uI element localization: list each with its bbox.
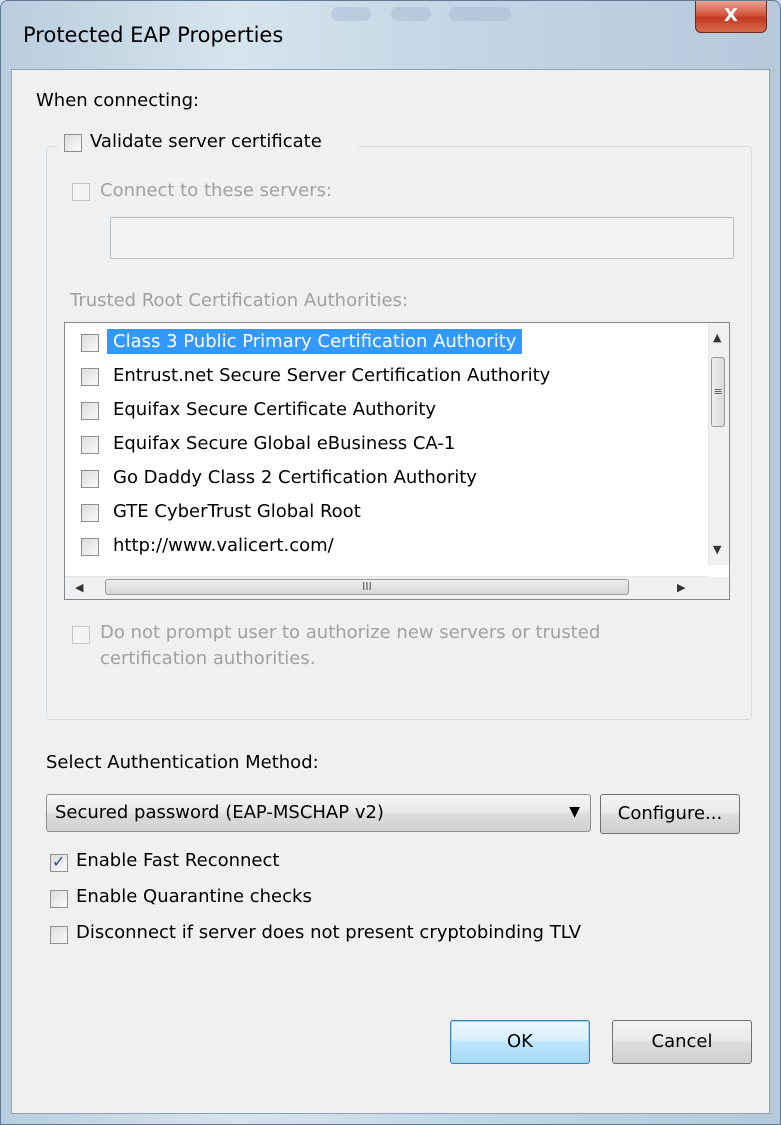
scroll-up-icon[interactable]: ▲ bbox=[713, 331, 721, 344]
list-item-checkbox[interactable] bbox=[81, 402, 99, 420]
list-item[interactable]: Class 3 Public Primary Certification Aut… bbox=[65, 326, 697, 360]
cryptobinding-checkbox[interactable] bbox=[50, 926, 68, 944]
auth-method-value: Secured password (EAP-MSCHAP v2) bbox=[55, 802, 384, 823]
scroll-right-icon[interactable]: ▶ bbox=[677, 581, 685, 594]
close-button[interactable]: X bbox=[695, 1, 767, 33]
configure-button[interactable]: Configure... bbox=[600, 794, 740, 834]
trusted-roots-label: Trusted Root Certification Authorities: bbox=[70, 290, 409, 311]
scrollbar-corner bbox=[709, 577, 729, 599]
validate-server-certificate-checkbox[interactable] bbox=[64, 134, 82, 152]
list-item[interactable]: Entrust.net Secure Server Certification … bbox=[65, 360, 697, 394]
scroll-left-icon[interactable]: ◀ bbox=[75, 581, 83, 594]
list-item-label: GTE CyberTrust Global Root bbox=[113, 501, 361, 522]
certificate-list[interactable]: Class 3 Public Primary Certification Aut… bbox=[64, 322, 730, 600]
select-method-label: Select Authentication Method: bbox=[46, 752, 319, 773]
list-item-label: Class 3 Public Primary Certification Aut… bbox=[107, 329, 523, 354]
background-blur bbox=[449, 7, 511, 21]
ok-button[interactable]: OK bbox=[450, 1020, 590, 1064]
title-bar[interactable]: Protected EAP Properties X bbox=[1, 1, 780, 69]
list-item[interactable]: Equifax Secure Global eBusiness CA-1 bbox=[65, 428, 697, 462]
chevron-down-icon: ▼ bbox=[569, 804, 580, 820]
list-item[interactable]: http://www.valicert.com/ bbox=[65, 530, 697, 564]
dialog-window: Protected EAP Properties X When connecti… bbox=[0, 0, 781, 1125]
validate-server-certificate-label: Validate server certificate bbox=[90, 131, 322, 152]
cryptobinding-label: Disconnect if server does not present cr… bbox=[76, 922, 582, 943]
horizontal-scrollbar[interactable]: ◀ III ▶ bbox=[65, 576, 709, 599]
list-item-label: Entrust.net Secure Server Certification … bbox=[113, 365, 551, 386]
fast-reconnect-checkbox[interactable] bbox=[50, 852, 68, 872]
list-item-label: Equifax Secure Global eBusiness CA-1 bbox=[113, 433, 456, 454]
grip-icon: ≡ bbox=[713, 385, 723, 398]
vertical-scroll-thumb[interactable]: ≡ bbox=[711, 357, 725, 427]
dialog-client-area: When connecting: Validate server certifi… bbox=[11, 69, 770, 1114]
validate-server-certificate[interactable]: Validate server certificate bbox=[58, 130, 358, 158]
close-icon: X bbox=[724, 5, 738, 26]
quarantine-checks-checkbox[interactable] bbox=[50, 890, 68, 908]
do-not-prompt-label-line1: Do not prompt user to authorize new serv… bbox=[100, 622, 601, 643]
connect-to-servers-checkbox[interactable] bbox=[72, 183, 90, 201]
do-not-prompt-checkbox[interactable] bbox=[72, 626, 90, 644]
list-item-label: http://www.valicert.com/ bbox=[113, 535, 334, 556]
list-item-checkbox[interactable] bbox=[81, 504, 99, 522]
background-blur bbox=[391, 7, 431, 21]
list-item-checkbox[interactable] bbox=[81, 368, 99, 386]
servers-input[interactable] bbox=[110, 217, 734, 259]
connect-to-servers-label: Connect to these servers: bbox=[100, 180, 333, 201]
horizontal-scroll-thumb[interactable]: III bbox=[105, 579, 629, 595]
list-item[interactable]: Equifax Secure Certificate Authority bbox=[65, 394, 697, 428]
list-item-label: Equifax Secure Certificate Authority bbox=[113, 399, 437, 420]
scroll-down-icon[interactable]: ▼ bbox=[713, 543, 721, 556]
vertical-scrollbar[interactable]: ▲ ≡ ▼ bbox=[708, 323, 729, 565]
list-item-checkbox[interactable] bbox=[81, 470, 99, 488]
auth-method-select[interactable]: Secured password (EAP-MSCHAP v2) ▼ bbox=[46, 794, 591, 832]
fast-reconnect-label: Enable Fast Reconnect bbox=[76, 850, 280, 871]
cancel-button[interactable]: Cancel bbox=[612, 1020, 752, 1064]
grip-icon: III bbox=[362, 580, 372, 593]
list-item-checkbox[interactable] bbox=[81, 538, 99, 556]
quarantine-checks-label: Enable Quarantine checks bbox=[76, 886, 312, 907]
when-connecting-label: When connecting: bbox=[36, 90, 200, 111]
do-not-prompt-label-line2: certification authorities. bbox=[100, 648, 316, 669]
window-title: Protected EAP Properties bbox=[23, 23, 284, 47]
list-item-checkbox[interactable] bbox=[81, 334, 99, 352]
list-item-checkbox[interactable] bbox=[81, 436, 99, 454]
background-blur bbox=[331, 7, 371, 21]
list-item[interactable]: GTE CyberTrust Global Root bbox=[65, 496, 697, 530]
list-item-label: Go Daddy Class 2 Certification Authority bbox=[113, 467, 477, 488]
list-item[interactable]: Go Daddy Class 2 Certification Authority bbox=[65, 462, 697, 496]
